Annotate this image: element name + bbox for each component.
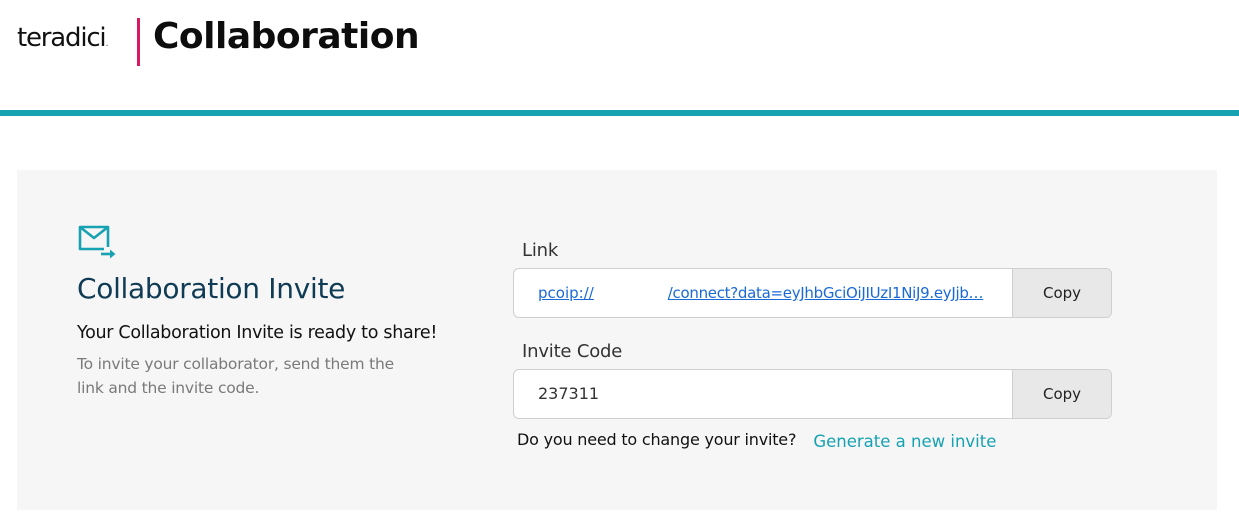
mail-send-icon <box>78 225 116 259</box>
invite-code-field: 237311 Copy <box>513 369 1112 419</box>
teradici-logo: teradici. <box>17 23 109 53</box>
page-title: Collaboration <box>153 16 420 57</box>
link-label: Link <box>522 240 559 261</box>
copy-code-button[interactable]: Copy <box>1012 370 1111 418</box>
header-accent-bar <box>0 110 1239 116</box>
invite-subtitle: Your Collaboration Invite is ready to sh… <box>77 323 438 343</box>
change-invite-question: Do you need to change your invite? <box>517 430 797 449</box>
brand-mark: . <box>105 38 109 49</box>
change-invite-row: Do you need to change your invite? Gener… <box>517 430 996 451</box>
invite-link-scheme: pcoip:// <box>538 284 594 302</box>
copy-link-button[interactable]: Copy <box>1012 269 1111 317</box>
brand-name: teradici <box>17 23 107 53</box>
app-header: teradici. Collaboration <box>0 0 1239 110</box>
invite-link[interactable]: pcoip:// /connect?data=eyJhbGciOiJIUzI1Ni… <box>538 269 993 317</box>
invite-code-label: Invite Code <box>522 341 623 362</box>
invite-code-value[interactable]: 237311 <box>538 370 993 418</box>
generate-new-invite-link[interactable]: Generate a new invite <box>813 432 996 451</box>
invite-link-path: /connect?data=eyJhbGciOiJIUzI1NiJ9.eyJjb… <box>667 284 984 302</box>
brand-divider <box>137 18 140 66</box>
invite-description: To invite your collaborator, send them t… <box>77 355 394 397</box>
invite-title: Collaboration Invite <box>77 272 346 305</box>
link-field: pcoip:// /connect?data=eyJhbGciOiJIUzI1Ni… <box>513 268 1112 318</box>
invite-card: Collaboration Invite Your Collaboration … <box>17 170 1217 510</box>
